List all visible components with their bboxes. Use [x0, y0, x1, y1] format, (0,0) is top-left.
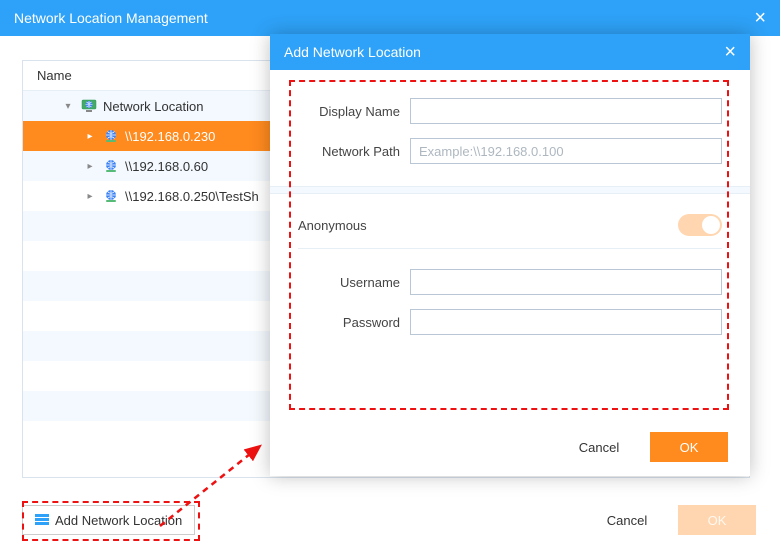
username-input[interactable] — [410, 269, 722, 295]
anonymous-label: Anonymous — [298, 218, 367, 233]
list-icon — [35, 514, 49, 526]
add-network-location-dialog: Add Network Location × Display Name Netw… — [270, 34, 750, 476]
cancel-button[interactable]: Cancel — [560, 432, 638, 462]
toggle-knob — [702, 216, 720, 234]
ok-button[interactable]: OK — [650, 432, 728, 462]
close-icon[interactable]: × — [724, 41, 736, 64]
display-name-label: Display Name — [298, 104, 410, 119]
ok-button[interactable]: OK — [678, 505, 756, 535]
network-path-input[interactable] — [410, 138, 722, 164]
main-titlebar: Network Location Management × — [0, 0, 780, 36]
close-icon[interactable]: × — [754, 7, 766, 30]
chevron-right-icon[interactable]: ▸ — [83, 131, 97, 142]
add-network-location-button[interactable]: Add Network Location — [22, 505, 195, 535]
display-name-input[interactable] — [410, 98, 722, 124]
network-path-label: Network Path — [298, 144, 410, 159]
globe-icon — [103, 188, 119, 204]
anonymous-toggle[interactable] — [678, 214, 722, 236]
username-label: Username — [298, 275, 410, 290]
modal-titlebar: Add Network Location × — [270, 34, 750, 70]
tree-node-label: \\192.168.0.230 — [125, 129, 215, 144]
tree-node-label: \\192.168.0.250\TestSh — [125, 189, 259, 204]
tree-root-label: Network Location — [103, 99, 203, 114]
chevron-right-icon[interactable]: ▸ — [83, 191, 97, 202]
main-footer-buttons: Cancel OK — [588, 505, 756, 535]
globe-icon — [103, 158, 119, 174]
add-network-location-label: Add Network Location — [55, 513, 182, 528]
modal-footer: Cancel OK — [560, 432, 728, 462]
chevron-right-icon[interactable]: ▸ — [83, 161, 97, 172]
password-label: Password — [298, 315, 410, 330]
modal-title: Add Network Location — [284, 44, 421, 60]
chevron-down-icon[interactable]: ▾ — [61, 101, 75, 112]
network-location-icon — [81, 98, 97, 114]
password-input[interactable] — [410, 309, 722, 335]
main-title: Network Location Management — [14, 10, 208, 26]
section-divider — [270, 186, 750, 194]
cancel-button[interactable]: Cancel — [588, 505, 666, 535]
tree-node-label: \\192.168.0.60 — [125, 159, 208, 174]
globe-icon — [103, 128, 119, 144]
